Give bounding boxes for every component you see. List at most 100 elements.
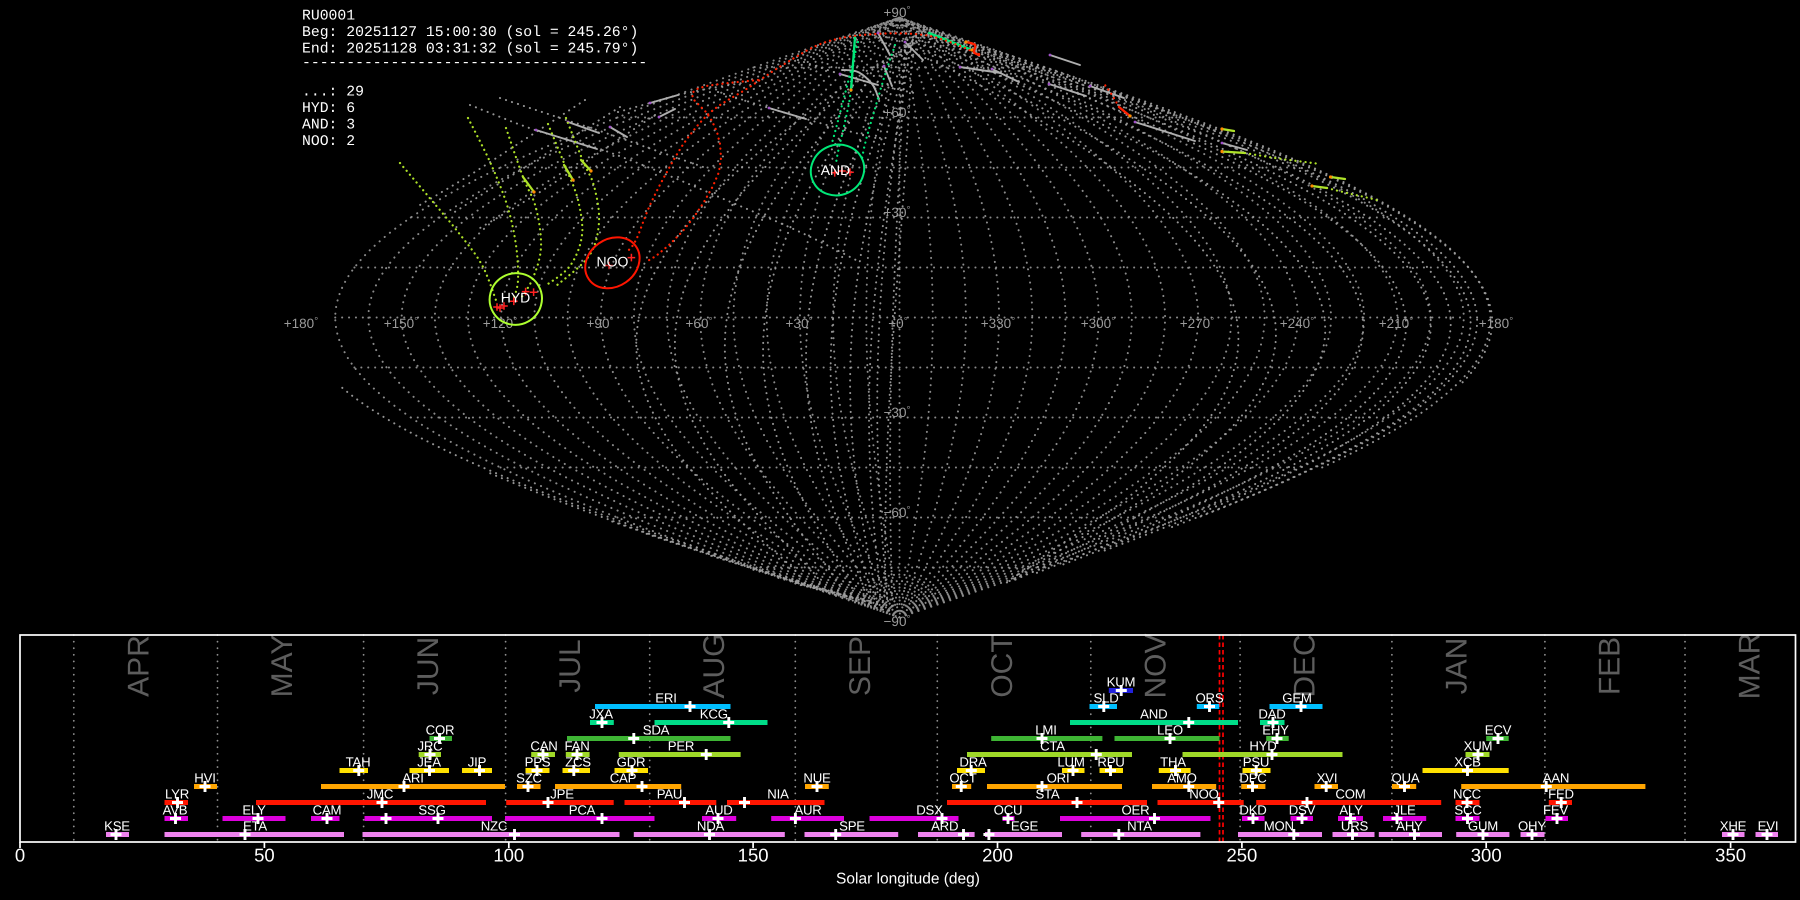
svg-text:ELY: ELY [242, 803, 266, 818]
svg-text:KUM: KUM [1107, 675, 1136, 690]
svg-text:LUM: LUM [1057, 755, 1084, 770]
svg-text:DPC: DPC [1239, 771, 1267, 786]
svg-text:XHE: XHE [1720, 819, 1747, 834]
svg-text:+270°: +270° [1180, 316, 1214, 331]
svg-text:FAN: FAN [564, 739, 589, 754]
svg-text:PAU: PAU [657, 787, 683, 802]
svg-text:SEP: SEP [844, 636, 877, 696]
svg-text:NOO: 2: NOO: 2 [302, 134, 355, 150]
svg-text:DEC: DEC [1289, 634, 1322, 697]
svg-text:+180°: +180° [1479, 316, 1513, 331]
svg-text:MAR: MAR [1734, 633, 1767, 700]
svg-text:SCC: SCC [1454, 803, 1482, 818]
svg-text:+120°: +120° [483, 316, 517, 331]
svg-text:+210°: +210° [1379, 316, 1413, 331]
svg-text:+90°: +90° [884, 5, 911, 20]
svg-text:ORS: ORS [1196, 691, 1224, 706]
svg-text:100: 100 [493, 845, 524, 866]
svg-text:NOO: NOO [597, 254, 629, 270]
svg-text:150: 150 [738, 845, 769, 866]
svg-text:JXA: JXA [589, 707, 613, 722]
svg-text:RPU: RPU [1097, 755, 1124, 770]
svg-text:------------------------------: --------------------------------------- [302, 56, 647, 72]
svg-text:GEM: GEM [1282, 691, 1311, 706]
svg-text:ARI: ARI [402, 771, 423, 786]
svg-text:AVB: AVB [163, 803, 188, 818]
svg-text:AUD: AUD [705, 803, 732, 818]
svg-text:SDA: SDA [643, 723, 670, 738]
svg-text:300: 300 [1471, 845, 1502, 866]
svg-text:ARD: ARD [931, 819, 958, 834]
svg-text:KCG: KCG [700, 707, 728, 722]
svg-text:HYD: HYD [1249, 739, 1276, 754]
svg-text:OCU: OCU [994, 803, 1023, 818]
svg-text:CAP: CAP [610, 771, 637, 786]
svg-text:JMC: JMC [367, 787, 394, 802]
svg-text:NOO: NOO [1189, 787, 1218, 802]
svg-text:200: 200 [982, 845, 1013, 866]
svg-text:PER: PER [668, 739, 695, 754]
svg-text:+180°: +180° [284, 316, 318, 331]
svg-text:+300°: +300° [1081, 316, 1115, 331]
svg-text:OCT: OCT [949, 771, 976, 786]
svg-text:AMO: AMO [1167, 771, 1196, 786]
svg-text:NIA: NIA [767, 787, 789, 802]
svg-text:0: 0 [15, 845, 25, 866]
svg-text:ERI: ERI [655, 691, 676, 706]
svg-text:XVI: XVI [1317, 771, 1338, 786]
svg-text:+60°: +60° [884, 105, 911, 120]
svg-text:DAD: DAD [1258, 707, 1285, 722]
svg-text:URS: URS [1341, 819, 1369, 834]
svg-text:AHY: AHY [1396, 819, 1423, 834]
svg-text:MAY: MAY [266, 635, 299, 698]
svg-text:DRA: DRA [959, 755, 987, 770]
svg-text:ECV: ECV [1485, 723, 1512, 738]
svg-text:TAH: TAH [346, 755, 371, 770]
svg-text:CAM: CAM [313, 803, 342, 818]
svg-text:JRC: JRC [417, 739, 443, 754]
svg-text:−30°: −30° [884, 405, 911, 420]
svg-text:EVI: EVI [1758, 819, 1779, 834]
svg-text:NCC: NCC [1453, 787, 1482, 802]
svg-text:OER: OER [1122, 803, 1150, 818]
svg-text:SSG: SSG [418, 803, 445, 818]
svg-text:SZC: SZC [516, 771, 542, 786]
svg-text:ZCS: ZCS [565, 755, 591, 770]
svg-text:+330°: +330° [981, 316, 1015, 331]
svg-text:OCT: OCT [986, 634, 1019, 697]
svg-text:GDR: GDR [617, 755, 646, 770]
svg-text:250: 250 [1226, 845, 1257, 866]
svg-text:QUA: QUA [1392, 771, 1420, 786]
svg-text:LMI: LMI [1035, 723, 1056, 738]
svg-text:JUL: JUL [554, 639, 587, 692]
svg-text:JPE: JPE [550, 787, 574, 802]
svg-text:+30°: +30° [786, 316, 813, 331]
svg-text:PSU: PSU [1243, 755, 1270, 770]
svg-text:−90°: −90° [884, 614, 911, 629]
svg-text:RU0001: RU0001 [302, 9, 355, 25]
svg-text:350: 350 [1715, 845, 1746, 866]
svg-text:NZC: NZC [481, 819, 508, 834]
svg-text:PCA: PCA [569, 803, 596, 818]
svg-text:AAN: AAN [1543, 771, 1570, 786]
svg-text:LEO: LEO [1157, 723, 1183, 738]
svg-text:COR: COR [426, 723, 455, 738]
svg-text:LYR: LYR [165, 787, 189, 802]
svg-text:NOV: NOV [1139, 633, 1172, 698]
svg-text:XCB: XCB [1454, 755, 1481, 770]
svg-text:HYD: 6: HYD: 6 [302, 101, 355, 117]
svg-text:PPS: PPS [525, 755, 551, 770]
svg-text:JUN: JUN [412, 637, 445, 695]
svg-text:OHY: OHY [1518, 819, 1546, 834]
svg-text:JIP: JIP [468, 755, 487, 770]
svg-text:EGE: EGE [1011, 819, 1039, 834]
svg-text:SPE: SPE [839, 819, 865, 834]
svg-text:DSX: DSX [916, 803, 943, 818]
svg-text:−60°: −60° [884, 505, 911, 520]
svg-text:HYD: HYD [501, 290, 531, 306]
svg-text:CAN: CAN [530, 739, 557, 754]
svg-text:FED: FED [1548, 787, 1574, 802]
svg-text:50: 50 [254, 845, 275, 866]
svg-text:FEV: FEV [1543, 803, 1568, 818]
svg-text:NDA: NDA [697, 819, 725, 834]
